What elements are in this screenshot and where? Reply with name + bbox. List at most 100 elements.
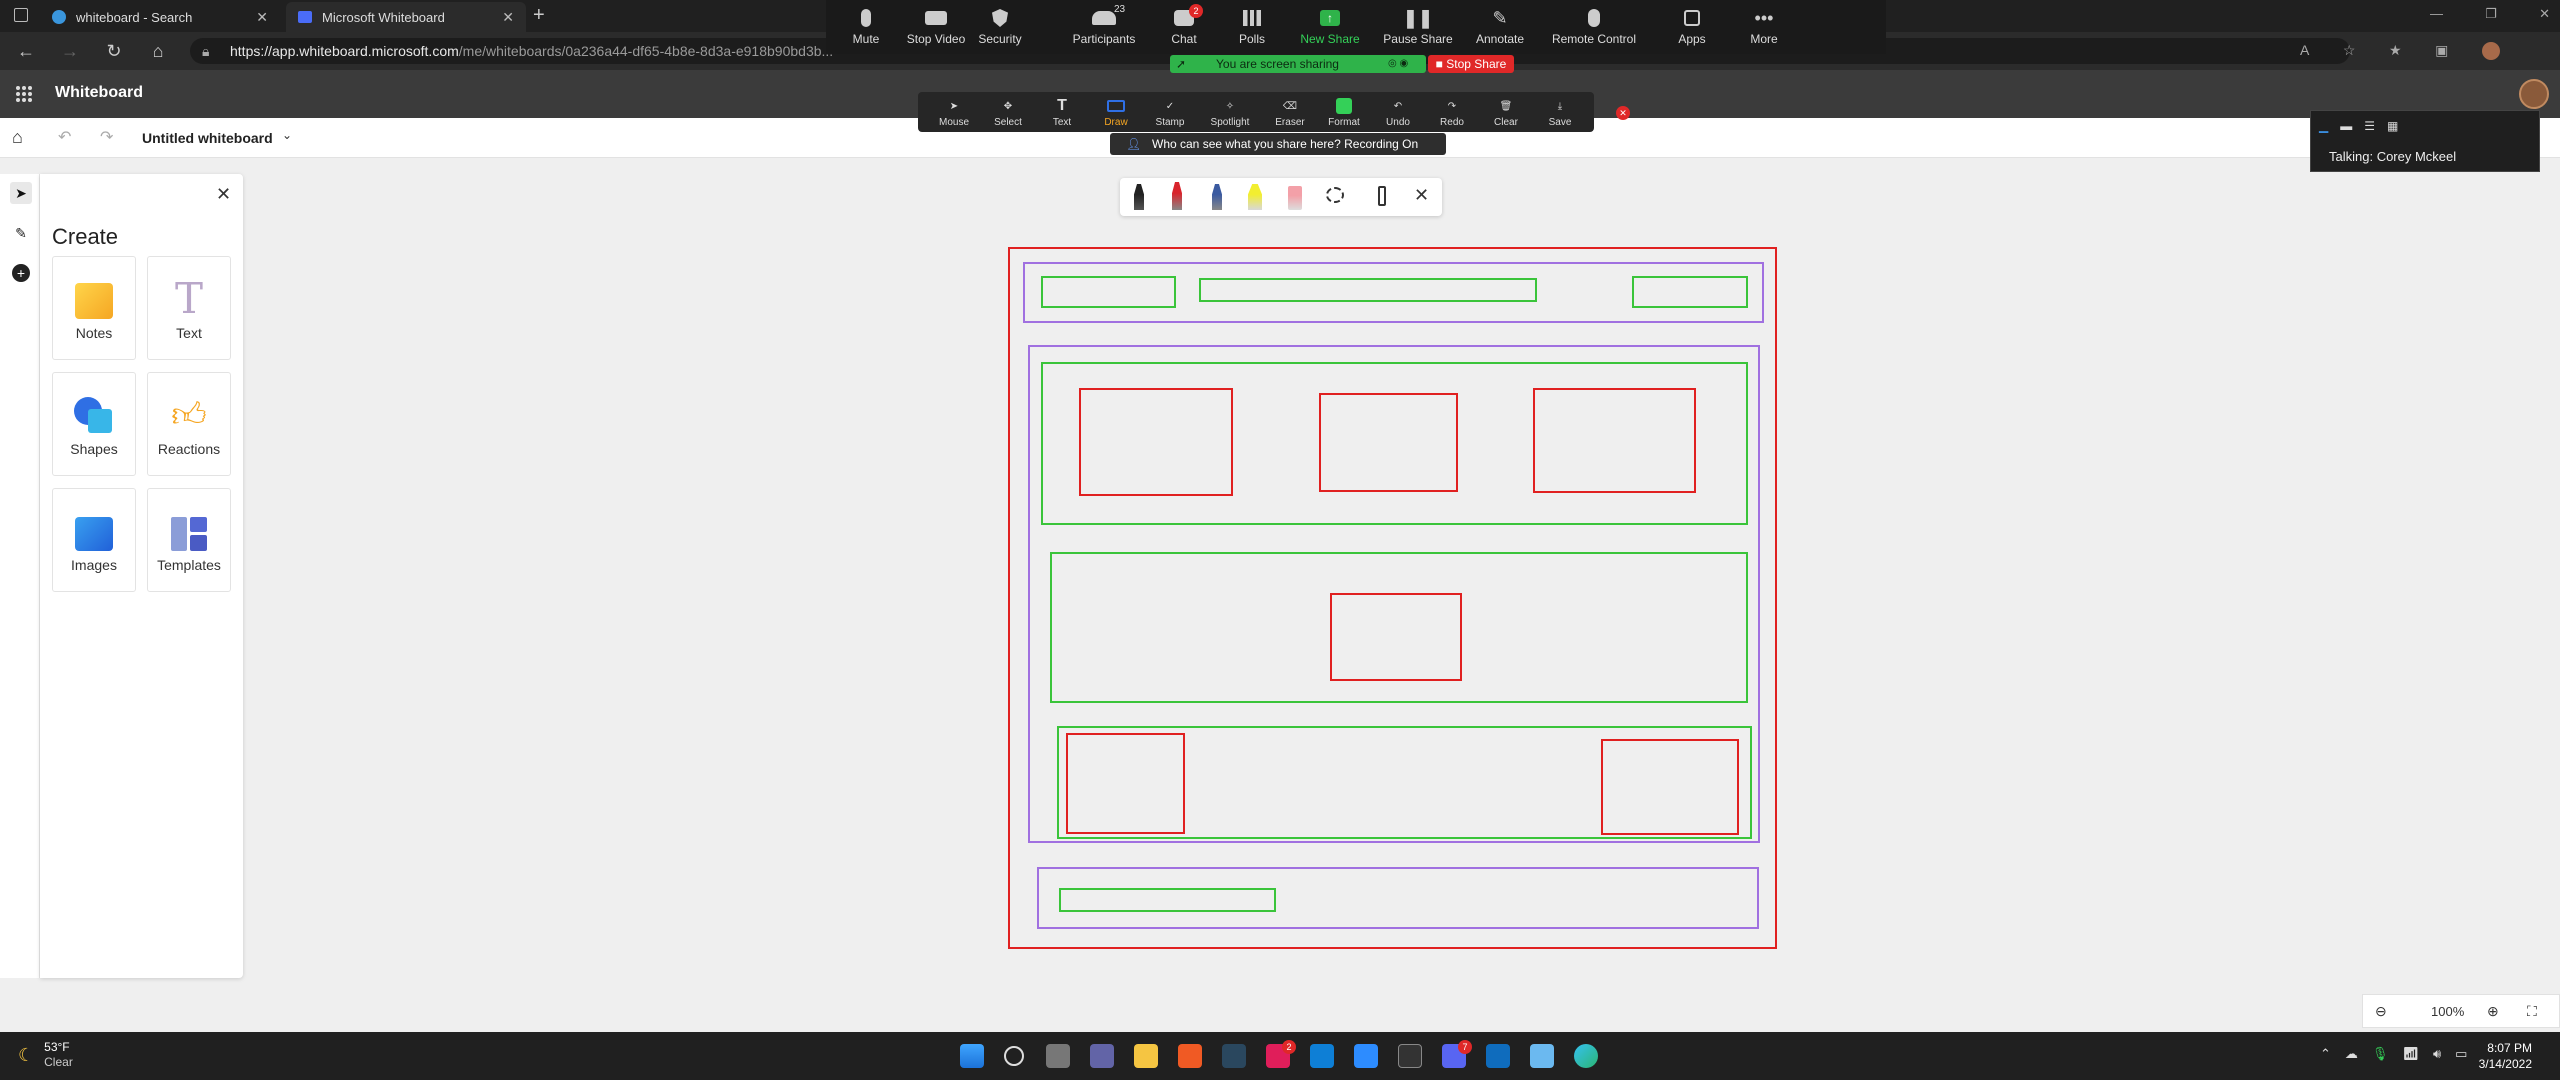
annotate-spotlight[interactable]: ✧ Spotlight	[1204, 95, 1256, 129]
zoom-in-icon[interactable]: ⊕	[2487, 1003, 2499, 1020]
mail-icon[interactable]	[1486, 1044, 1510, 1068]
create-templates[interactable]: Templates	[147, 488, 231, 592]
favorites-icon[interactable]: ★	[2389, 42, 2402, 60]
eraser-icon[interactable]	[1288, 186, 1302, 210]
annotate-text[interactable]: T Text	[1036, 95, 1088, 128]
tab-whiteboard[interactable]: Microsoft Whiteboard ✕	[286, 2, 526, 32]
new-tab-button[interactable]: +	[533, 4, 545, 27]
annotate-redo[interactable]: ↷ Redo	[1426, 95, 1478, 129]
home-icon[interactable]: ⌂	[148, 41, 168, 61]
mute-button[interactable]: Mute	[826, 4, 906, 46]
app-launcher-icon[interactable]	[14, 84, 34, 104]
board-name[interactable]: Untitled whiteboard	[142, 130, 273, 146]
chevron-up-icon[interactable]: ⌃	[2320, 1046, 2331, 1062]
annotate-mouse[interactable]: ➤ Mouse	[928, 95, 980, 129]
view-options[interactable]: ▁ ▬ ☰ ▦	[2319, 119, 2419, 133]
collections-icon[interactable]: ▣	[2435, 42, 2448, 60]
fit-screen-icon[interactable]: ⛶	[2527, 1003, 2537, 1020]
notepad-icon[interactable]	[1530, 1044, 1554, 1068]
apps-button[interactable]: Apps	[1652, 4, 1732, 46]
battery-icon[interactable]: ▭	[2455, 1046, 2467, 1062]
blue-pen-icon[interactable]	[1212, 184, 1222, 210]
minimize-icon[interactable]: —	[2430, 6, 2443, 22]
participants-button[interactable]: 23 Participants	[1064, 4, 1144, 46]
steam-icon[interactable]	[1222, 1044, 1246, 1068]
refresh-icon[interactable]: ↻	[104, 41, 124, 61]
volume-icon[interactable]: 🔊︎	[2433, 1046, 2441, 1062]
annotate-eraser[interactable]: ⌫ Eraser	[1264, 95, 1316, 129]
red-pen-icon[interactable]	[1172, 182, 1182, 210]
close-icon[interactable]: ✕	[502, 9, 514, 26]
more-button[interactable]: ••• More	[1724, 4, 1804, 47]
annotate-stamp[interactable]: ✓ Stamp	[1144, 95, 1196, 129]
undo-icon[interactable]: ↶	[58, 127, 71, 147]
ruler-icon[interactable]	[1378, 186, 1386, 206]
weather-widget[interactable]: ☾ 53°F Clear	[18, 1040, 73, 1070]
black-pen-icon[interactable]	[1134, 184, 1144, 210]
tab-actions-icon[interactable]	[14, 8, 28, 22]
wifi-icon[interactable]: 📶︎	[2402, 1046, 2419, 1062]
close-panel-button[interactable]: ✕	[216, 184, 231, 205]
annotate-save[interactable]: ⤓ Save	[1534, 95, 1586, 129]
polls-button[interactable]: Polls	[1212, 4, 1292, 46]
who-can-see-banner[interactable]: 👤︎ Who can see what you share here? Reco…	[1110, 133, 1446, 155]
minimize-view-icon[interactable]: ▁	[2319, 119, 2328, 133]
new-share-button[interactable]: ↑ New Share	[1290, 4, 1370, 46]
profile-icon[interactable]	[2481, 42, 2500, 60]
strip-view-icon[interactable]: ☰	[2364, 119, 2375, 133]
back-icon[interactable]: ←	[16, 41, 36, 61]
forward-icon[interactable]: →	[60, 41, 80, 61]
pause-share-button[interactable]: ❚❚ Pause Share	[1378, 4, 1458, 47]
task-view-icon[interactable]	[1046, 1044, 1070, 1068]
bookmark-icon[interactable]: ☆	[2343, 42, 2356, 60]
close-annotation-icon[interactable]: ✕	[1616, 106, 1630, 120]
clock[interactable]: 8:07 PM 3/14/2022	[2470, 1040, 2532, 1072]
whiteboard-canvas[interactable]	[0, 158, 2560, 1032]
annotate-format[interactable]: Format	[1318, 95, 1370, 128]
create-notes[interactable]: Notes	[52, 256, 136, 360]
mic-icon[interactable]: 🎙︎	[2372, 1046, 2389, 1062]
create-reactions[interactable]: 👍︎ Reactions	[147, 372, 231, 476]
create-text[interactable]: T Text	[147, 256, 231, 360]
annotate-select[interactable]: ✥ Select	[982, 95, 1034, 129]
file-explorer-icon[interactable]	[1134, 1044, 1158, 1068]
security-button[interactable]: Security	[960, 4, 1040, 46]
zoom-icon[interactable]	[1354, 1044, 1378, 1068]
add-icon[interactable]: +	[12, 264, 30, 282]
search-icon[interactable]	[1004, 1046, 1024, 1066]
create-shapes[interactable]: Shapes	[52, 372, 136, 476]
redo-icon[interactable]: ↷	[100, 127, 113, 147]
brave-icon[interactable]	[1178, 1044, 1202, 1068]
annotate-button[interactable]: ✎ Annotate	[1460, 4, 1540, 47]
highlighter-icon[interactable]	[1248, 184, 1262, 210]
chevron-down-icon[interactable]: ⌄	[282, 128, 292, 142]
create-images[interactable]: Images	[52, 488, 136, 592]
select-tool-icon[interactable]: ➤	[10, 182, 32, 204]
remote-control-button[interactable]: Remote Control	[1546, 4, 1642, 46]
read-aloud-icon[interactable]: A	[2300, 42, 2309, 60]
tab-search[interactable]: whiteboard - Search ✕	[40, 2, 280, 32]
home-icon[interactable]: ⌂	[12, 127, 23, 148]
gallery-view-icon[interactable]: ▦	[2387, 119, 2398, 133]
vscode-icon[interactable]	[1310, 1044, 1334, 1068]
lasso-icon[interactable]	[1326, 187, 1344, 203]
speaker-view-icon[interactable]: ▬	[2340, 119, 2352, 133]
stop-share-button[interactable]: ■ Stop Share	[1428, 55, 1514, 73]
browser-extensions[interactable]: A ☆ ★ ▣	[2300, 42, 2500, 60]
zoom-out-icon[interactable]: ⊖	[2375, 1003, 2387, 1020]
annotate-undo[interactable]: ↶ Undo	[1372, 95, 1424, 129]
maximize-icon[interactable]: ❐	[2485, 6, 2497, 22]
window-controls[interactable]: — ❐ ✕	[2430, 6, 2550, 22]
pen-tool-icon[interactable]: ✎	[10, 222, 32, 244]
start-icon[interactable]	[960, 1044, 984, 1068]
annotate-draw[interactable]: Draw	[1090, 95, 1142, 128]
terminal-icon[interactable]	[1398, 1044, 1422, 1068]
annotate-clear[interactable]: 🗑︎ Clear	[1480, 95, 1532, 129]
onedrive-icon[interactable]: ☁	[2345, 1046, 2358, 1062]
edge-icon[interactable]	[1574, 1044, 1598, 1068]
close-icon[interactable]: ✕	[2539, 6, 2550, 22]
close-icon[interactable]: ✕	[1414, 185, 1429, 206]
teams-icon[interactable]	[1090, 1044, 1114, 1068]
avatar[interactable]	[2519, 79, 2549, 109]
close-icon[interactable]: ✕	[256, 9, 268, 26]
